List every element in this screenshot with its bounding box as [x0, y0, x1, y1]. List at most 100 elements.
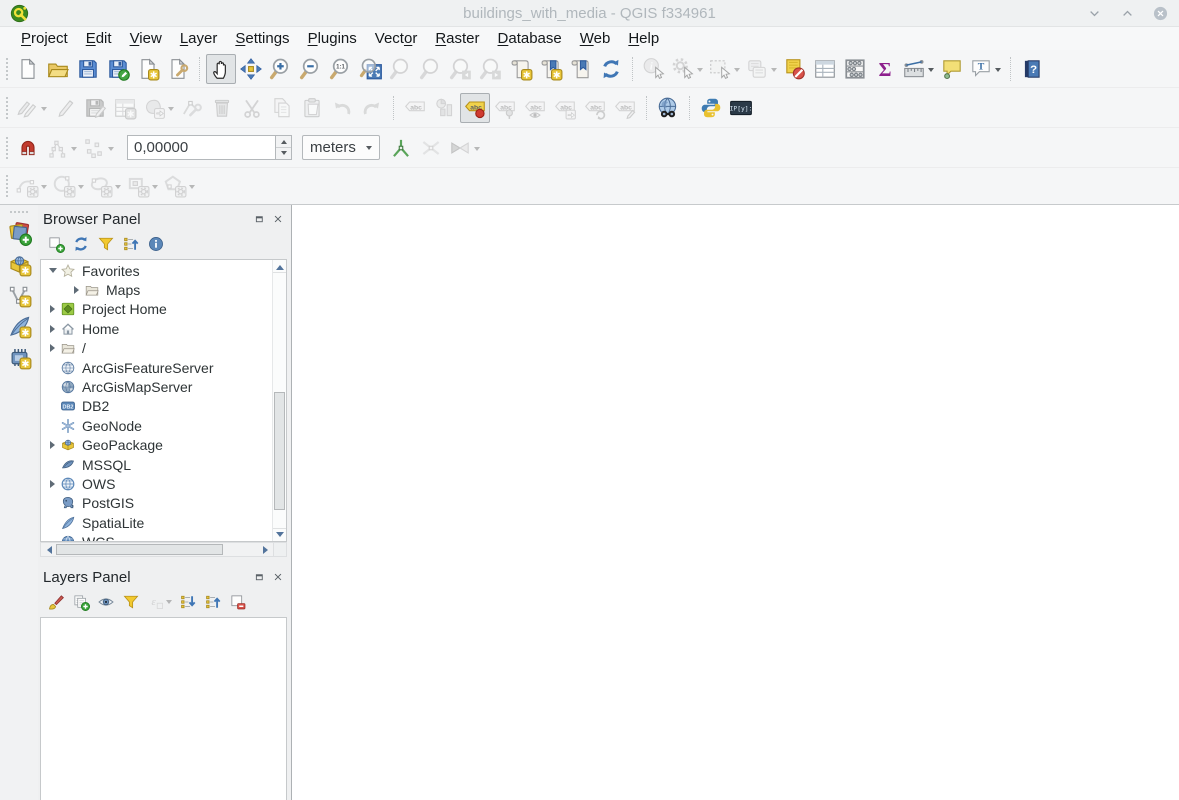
menu-help[interactable]: Help [619, 30, 668, 47]
menu-vector[interactable]: Vector [366, 30, 427, 47]
snapping-tolerance-input[interactable]: 0,00000 [127, 135, 292, 160]
menu-raster[interactable]: Raster [426, 30, 488, 47]
menu-layer[interactable]: Layer [171, 30, 227, 47]
filter-legend-button[interactable] [122, 593, 140, 611]
tree-item-maps[interactable]: Maps [41, 280, 272, 299]
enable-snapping-button[interactable] [13, 133, 43, 163]
menu-settings[interactable]: Settings [226, 30, 298, 47]
tree-item-arcgisfeatureserver[interactable]: ArcGisFeatureServer [41, 358, 272, 377]
tree-item-ows[interactable]: OWS [41, 474, 272, 493]
chevron-right-icon[interactable] [69, 286, 84, 294]
browser-float-button[interactable] [253, 213, 266, 226]
menu-database[interactable]: Database [489, 30, 571, 47]
pan-map-to-selection-button[interactable] [236, 54, 266, 84]
add-group-button[interactable] [72, 593, 90, 611]
help-button[interactable]: ? [1017, 54, 1047, 84]
map-tips-button[interactable] [937, 54, 967, 84]
horizontal-scroll-track[interactable] [55, 543, 259, 556]
ipython-console-button[interactable]: IP[y]: [726, 93, 756, 123]
statistical-summary-button[interactable]: Σ [870, 54, 900, 84]
field-calculator-button[interactable] [840, 54, 870, 84]
tree-item-project-home[interactable]: Project Home [41, 300, 272, 319]
title-bar[interactable]: buildings_with_media - QGIS f334961 [0, 0, 1179, 27]
map-canvas[interactable] [291, 205, 1179, 800]
open-layer-styling-button[interactable] [47, 593, 65, 611]
zoom-in-button[interactable] [266, 54, 296, 84]
new-project-button[interactable] [13, 54, 43, 84]
browser-close-button[interactable] [271, 213, 284, 226]
tree-item-mssql[interactable]: MSSQL [41, 455, 272, 474]
collapse-all-layers-button[interactable] [204, 593, 222, 611]
scrollbar-thumb[interactable] [274, 392, 285, 510]
chevron-right-icon[interactable] [45, 480, 60, 488]
chevron-right-icon[interactable] [45, 441, 60, 449]
menu-view[interactable]: View [121, 30, 171, 47]
layers-float-button[interactable] [253, 571, 266, 584]
zoom-native-resolution-button[interactable]: 1:1 [326, 54, 356, 84]
new-spatialite-layer-button[interactable] [3, 311, 35, 342]
spin-up-button[interactable] [276, 136, 291, 147]
measure-line-button[interactable] [900, 54, 937, 84]
menu-plugins[interactable]: Plugins [299, 30, 366, 47]
python-console-button[interactable] [696, 93, 726, 123]
show-spatial-bookmarks-button[interactable] [536, 54, 566, 84]
tree-item-root[interactable]: / [41, 339, 272, 358]
manage-map-themes-button[interactable] [97, 593, 115, 611]
new-virtual-layer-button[interactable] [3, 342, 35, 373]
new-geopackage-layer-button[interactable] [3, 249, 35, 280]
collapse-all-button[interactable] [122, 235, 140, 253]
tree-item-geopackage[interactable]: GeoPackage [41, 436, 272, 455]
chevron-right-icon[interactable] [45, 325, 60, 333]
tree-item-favorites[interactable]: Favorites [41, 261, 272, 280]
refresh-map-button[interactable] [596, 54, 626, 84]
save-project-button[interactable] [73, 54, 103, 84]
toolbar-handle[interactable] [6, 58, 8, 80]
horizontal-scrollbar-thumb[interactable] [56, 544, 223, 555]
chevron-right-icon[interactable] [45, 305, 60, 313]
text-annotation-button[interactable]: T [967, 54, 1004, 84]
show-layout-manager-button[interactable] [163, 54, 193, 84]
zoom-out-button[interactable] [296, 54, 326, 84]
new-spatial-bookmark-button[interactable] [506, 54, 536, 84]
close-button[interactable] [1152, 5, 1169, 22]
open-project-button[interactable] [43, 54, 73, 84]
vertical-scrollbar[interactable] [272, 260, 286, 541]
layers-list-empty[interactable] [40, 617, 287, 800]
tree-item-spatialite[interactable]: SpatiaLite [41, 513, 272, 532]
new-shapefile-layer-button[interactable] [3, 280, 35, 311]
scroll-left-button[interactable] [41, 543, 55, 556]
topological-editing-button[interactable] [386, 133, 416, 163]
chevron-down-icon[interactable] [45, 264, 60, 277]
chevron-right-icon[interactable] [45, 344, 60, 352]
open-data-source-manager-button[interactable] [3, 218, 35, 249]
tree-item-db2[interactable]: DB2DB2 [41, 397, 272, 416]
save-project-as-button[interactable] [103, 54, 133, 84]
expand-all-button[interactable] [179, 593, 197, 611]
highlight-pinned-labels-button[interactable]: abc [460, 93, 490, 123]
tree-item-postgis[interactable]: PostGIS [41, 494, 272, 513]
scroll-up-button[interactable] [273, 260, 286, 273]
menu-project[interactable]: Project [12, 30, 77, 47]
snapping-tolerance-stepper[interactable] [275, 135, 292, 160]
snapping-units-select[interactable]: meters [302, 135, 380, 160]
scroll-down-button[interactable] [273, 528, 286, 541]
toolbar-handle[interactable] [6, 175, 8, 197]
tree-item-home[interactable]: Home [41, 319, 272, 338]
scroll-right-button[interactable] [259, 543, 273, 556]
tree-item-geonode[interactable]: GeoNode [41, 416, 272, 435]
filter-browser-button[interactable] [97, 235, 115, 253]
browser-properties-button[interactable] [147, 235, 165, 253]
toolbar-handle[interactable] [6, 137, 8, 159]
zoom-full-button[interactable] [356, 54, 386, 84]
tree-item-arcgismapserver[interactable]: ArcGisMapServer [41, 377, 272, 396]
show-bookmark-manager-button[interactable] [566, 54, 596, 84]
snapping-tolerance-value[interactable]: 0,00000 [127, 135, 275, 160]
horizontal-scrollbar[interactable] [40, 542, 287, 557]
menu-edit[interactable]: Edit [77, 30, 121, 47]
refresh-browser-button[interactable] [72, 235, 90, 253]
metasearch-button[interactable] [653, 93, 683, 123]
minimize-button[interactable] [1086, 5, 1103, 22]
toolbar-handle[interactable] [6, 97, 8, 119]
remove-layer-group-button[interactable] [229, 593, 247, 611]
tree-item-wcs[interactable]: WCS [41, 532, 272, 541]
